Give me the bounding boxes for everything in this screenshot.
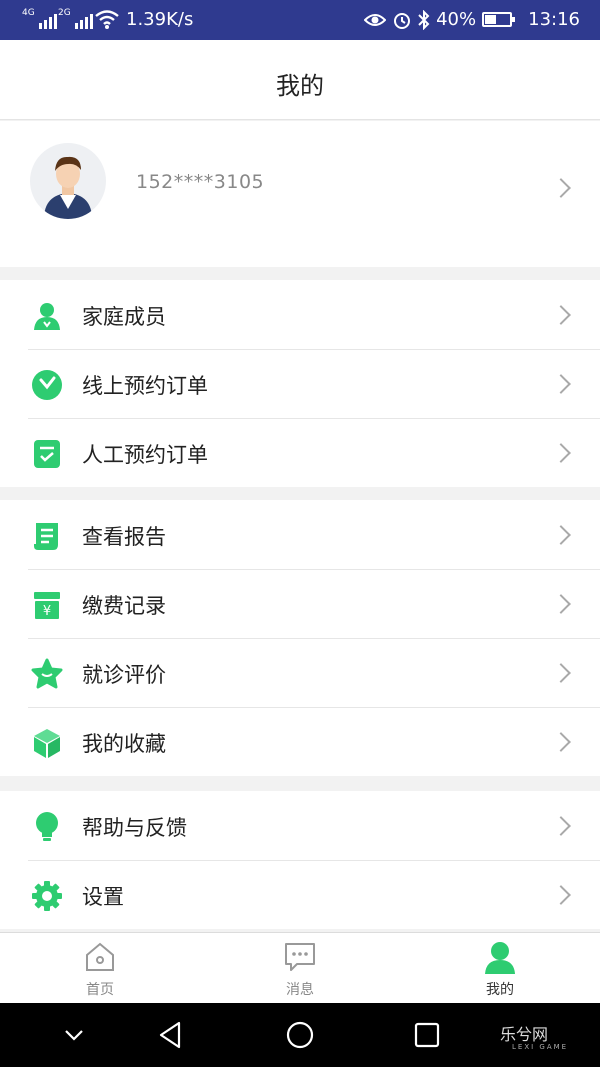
menu-item-label: 家庭成员 — [82, 305, 166, 329]
menu-item-family-members[interactable]: 家庭成员 — [0, 280, 600, 349]
chevron-right-icon — [551, 885, 571, 905]
family-icon — [34, 303, 60, 330]
home-icon — [86, 942, 114, 971]
tab-label: 我的 — [486, 982, 514, 998]
tab-messages[interactable]: 消息 — [240, 933, 360, 1004]
home-circle-icon[interactable] — [284, 1019, 316, 1051]
tab-label: 首页 — [86, 982, 114, 998]
clock: 13:16 — [528, 9, 580, 30]
status-bar: 4G 2G 1.39K/s 40% 13:16 — [0, 0, 600, 40]
chevron-right-icon — [551, 594, 571, 614]
gear-icon — [32, 881, 62, 911]
chevron-right-icon — [551, 374, 571, 394]
menu-item-label: 人工预约订单 — [82, 443, 208, 467]
chevron-right-icon — [551, 816, 571, 836]
watermark-sub: LEXI GAME — [512, 1043, 569, 1051]
chevron-right-icon — [551, 178, 571, 198]
star-icon — [31, 658, 63, 689]
box-icon — [34, 729, 60, 758]
alarm-icon — [394, 12, 411, 29]
system-nav-bar: 乐兮网 LEXI GAME — [0, 1003, 600, 1067]
battery-percent: 40% — [436, 9, 477, 30]
menu-item-label: 帮助与反馈 — [82, 816, 187, 840]
report-icon — [34, 523, 58, 550]
menu-item-label: 查看报告 — [82, 525, 166, 549]
menu-item-manual-orders[interactable]: 人工预约订单 — [0, 418, 600, 487]
network-speed: 1.39K/s — [126, 9, 194, 30]
network-type-2: 2G — [58, 8, 71, 18]
checklist-icon — [34, 440, 60, 468]
chevron-right-icon — [551, 732, 571, 752]
menu-item-payment-records[interactable]: ¥ 缴费记录 — [0, 569, 600, 638]
menu-item-label: 我的收藏 — [82, 732, 166, 756]
menu-group-account: 家庭成员 线上预约订单 人工预约订单 — [0, 280, 600, 487]
menu-item-label: 就诊评价 — [82, 663, 166, 687]
tab-mine[interactable]: 我的 — [440, 933, 560, 1004]
signal-icon: 4G — [22, 9, 57, 29]
payment-icon: ¥ — [34, 592, 60, 619]
tab-home[interactable]: 首页 — [40, 933, 160, 1004]
chevron-right-icon — [551, 525, 571, 545]
chevron-down-icon[interactable] — [58, 1019, 90, 1051]
back-icon[interactable] — [155, 1019, 187, 1051]
menu-group-support: 帮助与反馈 设置 — [0, 791, 600, 929]
watermark-logo: 乐兮网 LEXI GAME — [500, 1021, 568, 1051]
page-title: 我的 — [276, 72, 324, 100]
bluetooth-icon — [418, 9, 430, 30]
bottom-tab-bar: 首页 消息 我的 — [0, 932, 600, 1003]
tab-label: 消息 — [286, 982, 314, 998]
clock-icon — [32, 370, 62, 400]
menu-item-favorites[interactable]: 我的收藏 — [0, 707, 600, 776]
person-icon — [485, 942, 515, 974]
network-type-1: 4G — [22, 8, 35, 18]
menu-item-settings[interactable]: 设置 — [0, 860, 600, 929]
menu-item-online-orders[interactable]: 线上预约订单 — [0, 349, 600, 418]
wifi-icon — [95, 10, 119, 29]
menu-item-view-reports[interactable]: 查看报告 — [0, 500, 600, 569]
menu-item-help-feedback[interactable]: 帮助与反馈 — [0, 791, 600, 860]
chevron-right-icon — [551, 305, 571, 325]
battery-icon — [482, 12, 516, 27]
signal-icon-2: 2G — [58, 9, 93, 29]
eye-icon — [364, 13, 387, 26]
menu-item-visit-review[interactable]: 就诊评价 — [0, 638, 600, 707]
profile-card[interactable]: 152****3105 — [0, 121, 600, 267]
watermark-text: 乐兮网 — [500, 1025, 549, 1044]
phone-number: 152****3105 — [136, 171, 265, 193]
menu-item-label: 设置 — [82, 885, 124, 909]
header: 我的 — [0, 40, 600, 120]
recents-icon[interactable] — [411, 1019, 443, 1051]
chevron-right-icon — [551, 663, 571, 683]
menu-item-label: 缴费记录 — [82, 594, 166, 618]
avatar[interactable] — [30, 143, 106, 219]
chevron-right-icon — [551, 443, 571, 463]
user-avatar-icon — [44, 156, 92, 219]
svg-text:¥: ¥ — [43, 604, 51, 619]
message-icon — [285, 943, 315, 971]
menu-group-records: 查看报告 ¥ 缴费记录 就诊评价 我的收藏 — [0, 500, 600, 776]
lightbulb-icon — [36, 812, 58, 841]
menu-item-label: 线上预约订单 — [82, 374, 208, 398]
